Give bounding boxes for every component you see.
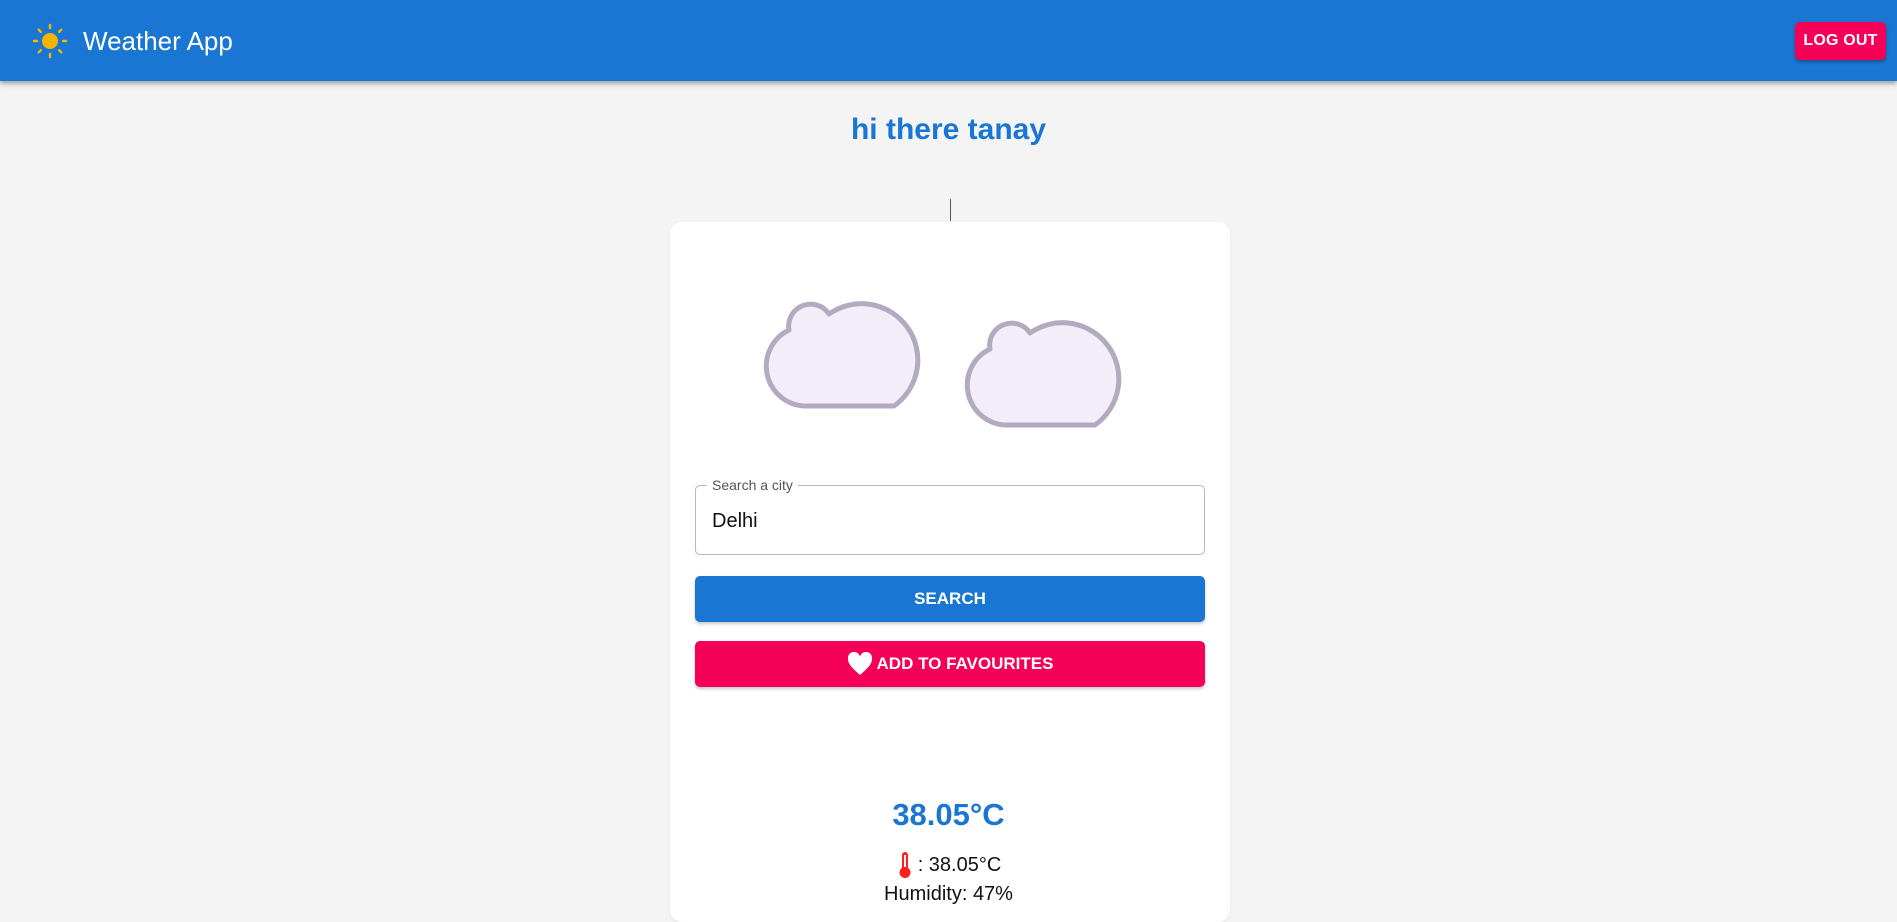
- humidity-value: Humidity: 47%: [884, 883, 1013, 905]
- search-button[interactable]: SEARCH: [695, 576, 1205, 622]
- greeting-heading: hi there tanay: [850, 113, 1047, 146]
- city-search-field: Search a city: [695, 476, 1205, 555]
- text-cursor: [950, 199, 951, 221]
- thermometer-icon: [896, 851, 914, 879]
- city-search-label: Search a city: [707, 476, 798, 494]
- app-title: Weather App: [83, 26, 233, 56]
- app-bar: Weather App LOG OUT: [0, 0, 1897, 81]
- sun-icon: [32, 23, 68, 59]
- temperature-value: 38.05°C: [892, 797, 1005, 832]
- add-to-favourites-button[interactable]: ADD TO FAVOURITES: [695, 641, 1205, 687]
- heart-icon: [847, 651, 873, 676]
- clouds-icon: [746, 272, 1148, 432]
- add-to-favourites-label: ADD TO FAVOURITES: [876, 654, 1054, 673]
- city-search-input[interactable]: [712, 506, 1182, 536]
- search-button-label: SEARCH: [914, 589, 986, 608]
- logout-button[interactable]: LOG OUT: [1795, 22, 1886, 60]
- feels-like-row: : 38.05°C: [0, 851, 1897, 879]
- feels-like-value: : 38.05°C: [917, 854, 1002, 876]
